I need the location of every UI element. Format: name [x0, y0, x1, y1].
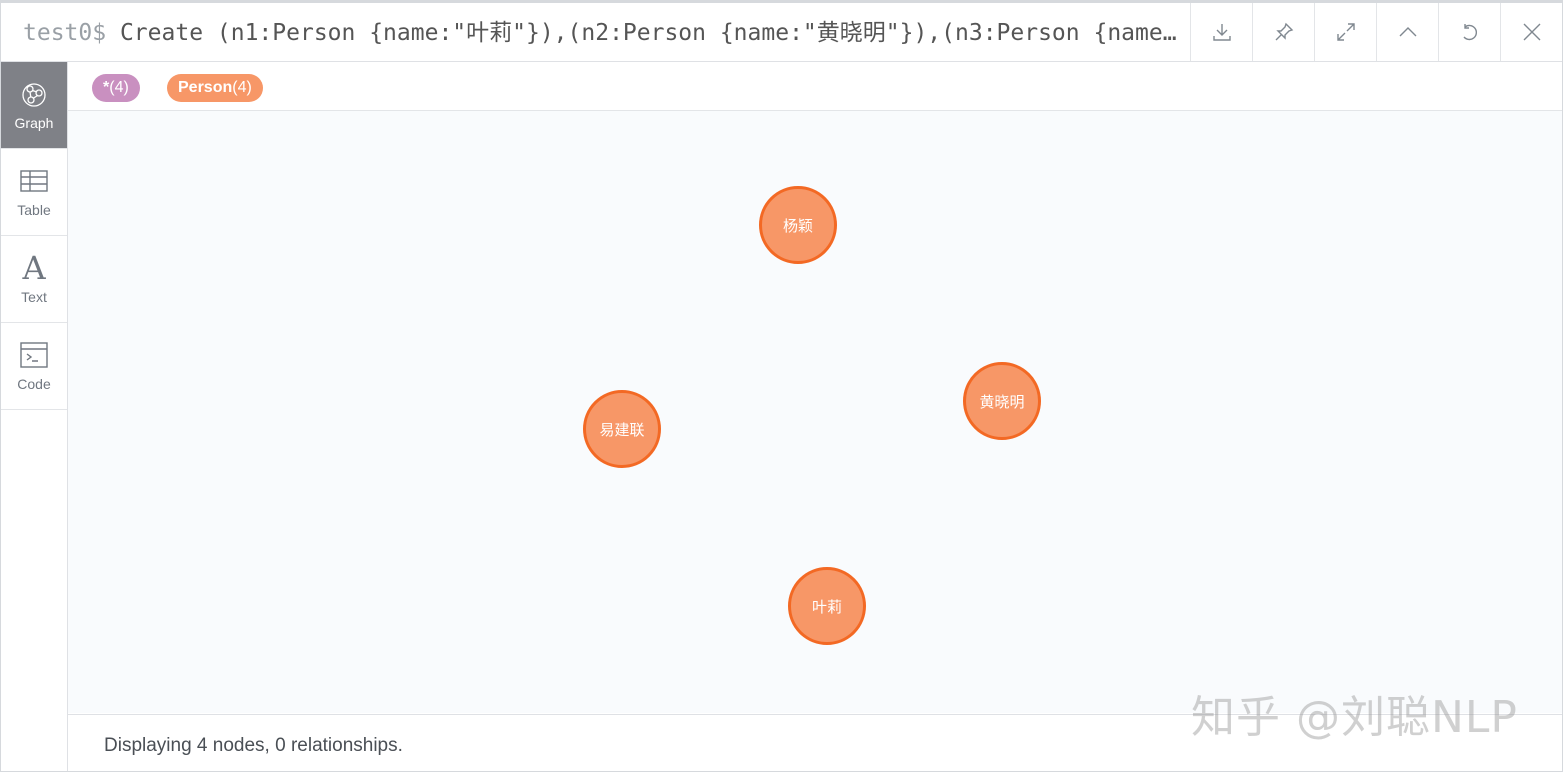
label-pill-all[interactable]: *(4) [92, 74, 140, 102]
sidebar-item-graph[interactable]: Graph [1, 62, 67, 149]
node-label: 易建联 [599, 421, 645, 439]
frame-header: test0$ Create (n1:Person {name:"叶莉"}),(n… [1, 3, 1562, 62]
fullscreen-button[interactable] [1314, 3, 1376, 61]
query-command[interactable]: test0$ Create (n1:Person {name:"叶莉"}),(n… [23, 17, 1183, 49]
graph-canvas[interactable]: 杨颖 黄晓明 易建联 叶莉 [68, 111, 1562, 713]
label-count: (4) [232, 79, 252, 96]
label-count: (4) [109, 79, 129, 96]
rerun-button[interactable] [1438, 3, 1500, 61]
graph-node[interactable]: 易建联 [583, 390, 661, 468]
pin-button[interactable] [1252, 3, 1314, 61]
download-button[interactable] [1190, 3, 1252, 61]
watermark: 知乎 @刘聪NLP [1191, 692, 1518, 743]
close-button[interactable] [1500, 3, 1562, 61]
sidebar-item-label: Code [17, 376, 51, 392]
query-prompt: test0$ [23, 20, 107, 46]
code-icon [20, 342, 48, 368]
frame-toolbar [1190, 3, 1562, 61]
status-text: Displaying 4 nodes, 0 relationships. [104, 735, 403, 756]
graph-node[interactable]: 杨颖 [759, 186, 837, 264]
graph-node[interactable]: 叶莉 [788, 567, 866, 645]
close-icon [1523, 23, 1540, 41]
collapse-button[interactable] [1376, 3, 1438, 61]
sidebar-item-label: Text [21, 289, 47, 305]
expand-icon [1336, 23, 1355, 41]
sidebar-item-table[interactable]: Table [1, 149, 67, 236]
label-name: Person [178, 79, 233, 96]
graph-node[interactable]: 黄晓明 [963, 362, 1041, 440]
rerun-icon [1462, 24, 1477, 41]
sidebar-item-text[interactable]: A Text [1, 236, 67, 323]
text-icon: A [22, 249, 46, 287]
result-frame: test0$ Create (n1:Person {name:"叶莉"}),(n… [0, 0, 1563, 772]
pin-icon [1275, 22, 1293, 41]
sidebar-item-code[interactable]: Code [1, 323, 67, 410]
sidebar-item-label: Graph [14, 115, 54, 131]
node-label: 黄晓明 [979, 393, 1025, 411]
query-text: Create (n1:Person {name:"叶莉"}),(n2:Perso… [119, 20, 1183, 46]
collapse-icon [1399, 27, 1416, 37]
view-sidebar: Graph Table A Text Code [1, 62, 68, 771]
node-label: 杨颖 [782, 217, 813, 235]
graph-icon [22, 83, 46, 107]
label-bar: *(4) Person(4) [68, 62, 1562, 111]
sidebar-item-label: Table [17, 202, 51, 218]
label-pill-person[interactable]: Person(4) [167, 74, 263, 102]
table-icon [20, 170, 48, 192]
download-icon [1212, 24, 1231, 41]
node-label: 叶莉 [811, 598, 842, 616]
